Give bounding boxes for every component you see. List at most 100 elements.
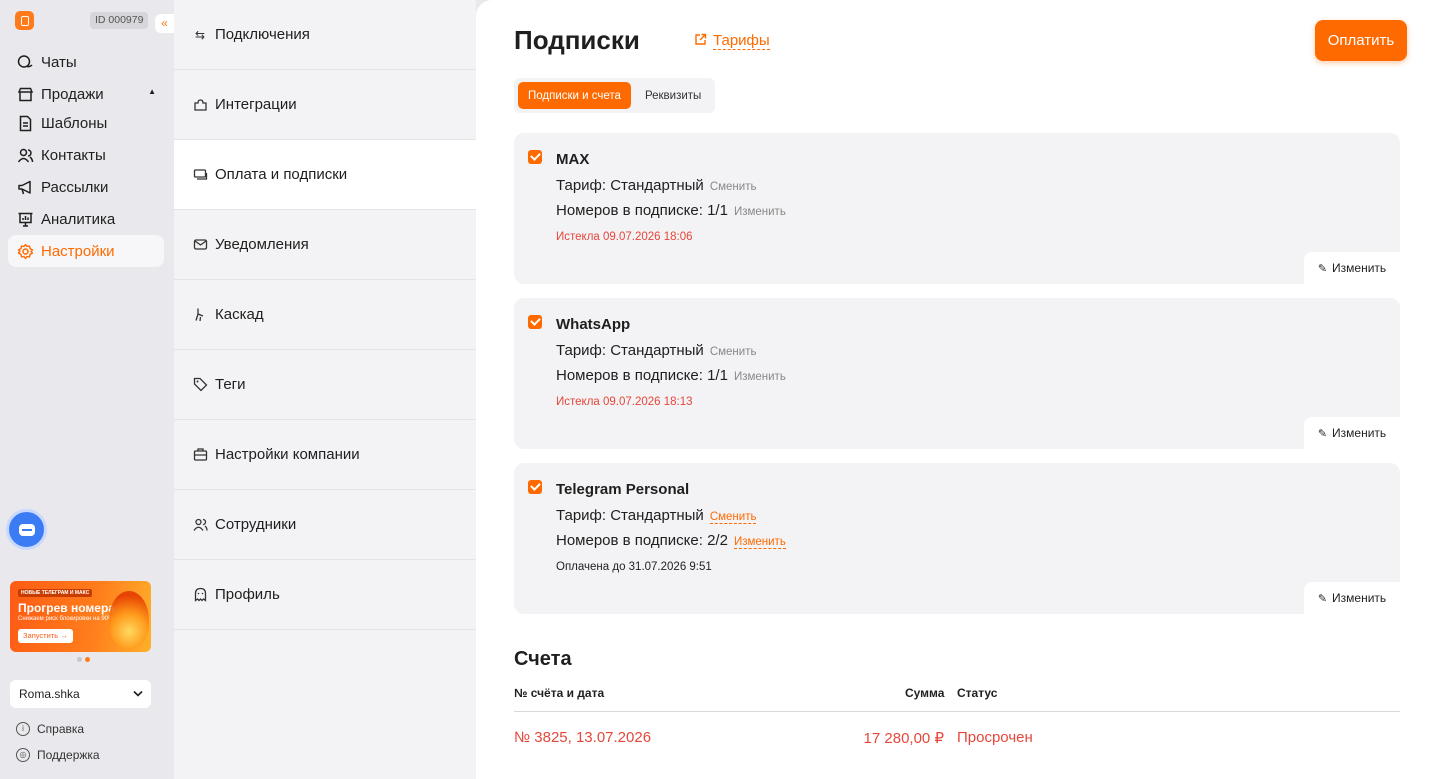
info-icon: i [16, 722, 30, 736]
sidebar-item-label: Настройки [41, 242, 115, 260]
settings-item-label: Сотрудники [215, 516, 297, 533]
edit-subscription-button[interactable]: ✎ Изменить [1304, 582, 1400, 614]
sidebar-item-label: Контакты [41, 146, 106, 164]
chevron-down-icon [132, 680, 144, 718]
support-link[interactable]: ◎ Поддержка [16, 747, 100, 763]
subscription-checkbox[interactable] [528, 480, 542, 494]
settings-item-label: Уведомления [215, 236, 309, 253]
sidebar-item-label: Продажи [41, 85, 104, 103]
settings-item-label: Настройки компании [215, 446, 360, 463]
subscription-status: Истекла 09.07.2026 18:13 [556, 396, 693, 408]
column-header-status: Статус [957, 686, 998, 700]
tariffs-link-label: Тарифы [713, 32, 770, 50]
tariffs-link[interactable]: Тарифы [694, 32, 770, 50]
megaphone-icon [16, 178, 34, 196]
pay-button[interactable]: Оплатить [1315, 20, 1407, 61]
sidebar-item-sales[interactable]: Продажи ▲ [8, 78, 164, 110]
promo-cta-button[interactable]: Запустить → [18, 629, 73, 643]
gear-icon [16, 242, 34, 260]
cascade-icon [192, 307, 208, 323]
sidebar-item-chats[interactable]: Чаты [8, 46, 164, 78]
briefcase-icon [192, 447, 208, 463]
help-link[interactable]: i Справка [16, 721, 84, 737]
numbers-row: Номеров в подписке: 1/1 Изменить [556, 202, 786, 219]
document-icon [16, 114, 34, 132]
tag-icon [192, 377, 208, 393]
sidebar-item-label: Шаблоны [41, 114, 108, 132]
settings-item-employees[interactable]: Сотрудники [174, 490, 476, 560]
numbers-row: Номеров в подписке: 1/1 Изменить [556, 367, 786, 384]
pencil-icon: ✎ [1317, 592, 1328, 605]
promo-title: Прогрев номера [18, 601, 115, 615]
change-numbers-link[interactable]: Изменить [734, 206, 786, 218]
change-tariff-link[interactable]: Сменить [710, 346, 757, 358]
settings-item-cascade[interactable]: Каскад [174, 280, 476, 350]
numbers-label: Номеров в подписке: 1/1 [556, 202, 728, 219]
payment-icon [192, 167, 208, 183]
sidebar-item-label: Рассылки [41, 178, 109, 196]
help-label: Справка [37, 722, 85, 736]
edit-label: Изменить [1332, 591, 1387, 605]
settings-item-label: Профиль [215, 586, 280, 603]
settings-item-label: Интеграции [215, 96, 297, 113]
sidebar-item-label: Аналитика [41, 210, 116, 228]
settings-item-label: Оплата и подписки [215, 166, 348, 183]
tab-requisites[interactable]: Реквизиты [635, 82, 711, 109]
change-numbers-link[interactable]: Изменить [734, 371, 786, 383]
chat-bubble-icon [18, 523, 35, 536]
collapse-sidebar-button[interactable]: « [155, 14, 174, 33]
sidebar-item-analytics[interactable]: Аналитика [8, 203, 164, 235]
bill-status: Просрочен [957, 729, 1033, 746]
chat-support-button[interactable] [6, 509, 47, 550]
edit-label: Изменить [1332, 261, 1387, 275]
settings-item-label: Теги [215, 376, 246, 393]
column-header-number: № счёта и дата [514, 686, 605, 700]
edit-subscription-button[interactable]: ✎ Изменить [1304, 417, 1400, 449]
sidebar-item-mailings[interactable]: Рассылки [8, 171, 164, 203]
flame-icon [109, 591, 149, 649]
bill-amount: 17 280,00 ₽ [863, 730, 944, 747]
subscription-checkbox[interactable] [528, 150, 542, 164]
tariff-row: Тариф: Стандартный Сменить [556, 507, 757, 524]
account-name: Roma.shka [19, 687, 80, 701]
edit-subscription-button[interactable]: ✎ Изменить [1304, 252, 1400, 284]
account-selector[interactable]: Roma.shka [10, 680, 151, 708]
page-title: Подписки [514, 25, 640, 55]
edit-label: Изменить [1332, 426, 1387, 440]
change-tariff-link[interactable]: Сменить [710, 181, 757, 193]
sidebar-item-contacts[interactable]: Контакты [8, 139, 164, 171]
tariff-label: Тариф: Стандартный [556, 507, 704, 524]
store-icon [16, 85, 34, 103]
pencil-icon: ✎ [1317, 262, 1328, 275]
bill-number-date[interactable]: № 3825, 13.07.2026 [514, 729, 651, 746]
settings-item-notifications[interactable]: Уведомления [174, 210, 476, 280]
settings-item-company[interactable]: Настройки компании [174, 420, 476, 490]
sidebar-item-settings[interactable]: Настройки [8, 235, 164, 267]
lifebuoy-icon: ◎ [16, 748, 30, 762]
promo-banner[interactable]: НОВЫЕ ТЕЛЕГРАМ И МАКС Прогрев номера Сни… [10, 581, 151, 652]
bills-title: Счета [514, 648, 572, 670]
settings-item-profile[interactable]: Профиль [174, 560, 476, 630]
tab-subscriptions-bills[interactable]: Подписки и счета [518, 82, 631, 109]
change-tariff-link[interactable]: Сменить [709, 511, 757, 524]
bills-table-header: № счёта и дата Сумма Статус [514, 686, 1400, 712]
tariff-label: Тариф: Стандартный [556, 177, 704, 194]
settings-item-tags[interactable]: Теги [174, 350, 476, 420]
settings-item-label: Подключения [215, 26, 310, 43]
settings-item-connections[interactable]: ⇆ Подключения [174, 0, 476, 70]
settings-item-integrations[interactable]: Интеграции [174, 70, 476, 140]
subscription-name: MAX [556, 151, 590, 168]
main-sidebar: ID 000979 « Чаты Продажи ▲ Шаблоны Конта… [0, 0, 174, 779]
change-numbers-link[interactable]: Изменить [733, 536, 786, 549]
carousel-dot-active[interactable] [85, 657, 90, 662]
subscription-checkbox[interactable] [528, 315, 542, 329]
sidebar-item-templates[interactable]: Шаблоны [8, 107, 164, 139]
table-row[interactable]: № 3825, 13.07.2026 17 280,00 ₽ Просрочен [514, 729, 1400, 749]
tariff-row: Тариф: Стандартный Сменить [556, 177, 756, 194]
carousel-dot[interactable] [77, 657, 82, 662]
account-id-badge: ID 000979 [90, 12, 149, 29]
numbers-row: Номеров в подписке: 2/2 Изменить [556, 532, 786, 549]
settings-menu: ⇆ Подключения Интеграции Оплата и подпис… [174, 0, 476, 779]
app-logo[interactable] [15, 11, 34, 30]
settings-item-payment[interactable]: Оплата и подписки [174, 140, 476, 210]
